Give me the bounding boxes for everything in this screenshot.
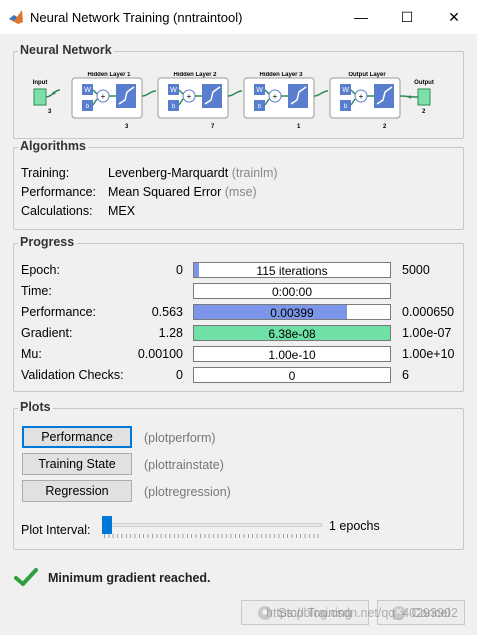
progress-performance-end: 0.000650 xyxy=(402,305,455,319)
maximize-icon: ☐ xyxy=(400,8,414,25)
layer-hidden-2-size: 7 xyxy=(211,124,215,130)
progress-epoch-bar: 115 iterations xyxy=(193,262,391,278)
maximize-button[interactable]: ☐ xyxy=(384,0,430,34)
layer-hidden-3-label: Hidden Layer 3 xyxy=(259,72,303,78)
plot-interval-value: 1 epochs xyxy=(329,519,380,533)
layer-hidden-1-label: Hidden Layer 1 xyxy=(87,72,131,78)
algo-calculations-label: Calculations: xyxy=(21,204,93,218)
layer-output-label: Output Layer xyxy=(348,72,386,78)
algo-performance-label: Performance: xyxy=(21,185,97,199)
close-icon: ✕ xyxy=(448,8,460,25)
layer-hidden-2: Hidden Layer 2 W b + 7 xyxy=(157,72,229,130)
progress-validation-end: 6 xyxy=(402,368,409,382)
minimize-icon: — xyxy=(354,9,368,25)
output-node xyxy=(417,88,431,106)
layer-output-size: 2 xyxy=(383,124,387,130)
plot-performance-fn: (plotperform) xyxy=(144,431,216,445)
progress-mu-value: 1.00e-10 xyxy=(268,348,316,362)
progress-performance-bar: 0.00399 xyxy=(193,304,391,320)
progress-performance-start: 0.563 xyxy=(151,305,183,319)
svg-text:+: + xyxy=(359,92,364,101)
progress-gradient-label: Gradient: xyxy=(21,326,73,340)
progress-performance-value: 0.00399 xyxy=(270,306,314,320)
algo-training-fn: (trainlm) xyxy=(231,166,278,180)
minimize-button[interactable]: — xyxy=(338,0,384,34)
progress-performance-label: Performance: xyxy=(21,305,97,319)
plot-interval-slider-thumb[interactable] xyxy=(102,516,112,534)
plot-performance-button[interactable]: Performance xyxy=(22,426,132,448)
progress-mu-label: Mu: xyxy=(21,347,42,361)
svg-text:W: W xyxy=(170,87,177,94)
output-size: 2 xyxy=(422,109,426,115)
progress-gradient-value: 6.38e-08 xyxy=(268,327,316,341)
svg-text:+: + xyxy=(101,92,106,101)
svg-text:W: W xyxy=(256,87,263,94)
svg-text:+: + xyxy=(187,92,192,101)
algo-training-label: Training: xyxy=(21,166,70,180)
progress-validation-label: Validation Checks: xyxy=(21,368,124,382)
plot-interval-slider[interactable] xyxy=(104,523,322,527)
progress-epoch-start: 0 xyxy=(176,263,183,277)
plot-training-state-button[interactable]: Training State xyxy=(22,453,132,475)
layer-hidden-1: Hidden Layer 1 W b + 3 xyxy=(71,72,143,130)
plot-interval-ticks xyxy=(104,534,322,538)
algorithms-section-title: Algorithms xyxy=(18,139,88,153)
progress-validation-bar: 0 xyxy=(193,367,391,383)
network-section-title: Neural Network xyxy=(18,43,114,57)
layer-hidden-2-label: Hidden Layer 2 xyxy=(173,72,217,78)
progress-epoch-value: 115 iterations xyxy=(256,264,328,278)
progress-epoch-end: 5000 xyxy=(402,263,430,277)
progress-mu-end: 1.00e+10 xyxy=(402,347,455,361)
plot-regression-fn: (plotregression) xyxy=(144,485,231,499)
input-size: 3 xyxy=(48,109,52,115)
layer-hidden-1-size: 3 xyxy=(125,124,129,130)
algo-calculations-value: MEX xyxy=(108,204,136,218)
plots-section-title: Plots xyxy=(18,400,53,414)
algo-performance-fn: (mse) xyxy=(224,185,257,199)
progress-mu-start: 0.00100 xyxy=(137,347,183,361)
output-label: Output xyxy=(414,80,434,86)
watermark: https://blog.csdn.net/qq_40293902 xyxy=(266,606,458,620)
algo-training-value: Levenberg-Marquardt (trainlm) xyxy=(108,166,278,180)
plot-training-state-fn: (plottrainstate) xyxy=(144,458,224,472)
progress-epoch-label: Epoch: xyxy=(21,263,60,277)
network-diagram: Input 3 Hidden Layer 1 W b + 3 Hidden La… xyxy=(33,72,434,130)
input-node xyxy=(33,88,47,106)
progress-validation-start: 0 xyxy=(176,368,183,382)
algo-performance-value: Mean Squared Error (mse) xyxy=(108,185,257,199)
window-title: Neural Network Training (nntraintool) xyxy=(30,10,243,25)
svg-text:W: W xyxy=(342,87,349,94)
progress-gradient-bar: 6.38e-08 xyxy=(193,325,391,341)
plot-regression-button[interactable]: Regression xyxy=(22,480,132,502)
progress-time-label: Time: xyxy=(21,284,52,298)
svg-text:+: + xyxy=(273,92,278,101)
layer-output: Output Layer W b + 2 xyxy=(329,72,401,130)
plot-interval-label: Plot Interval: xyxy=(21,523,91,537)
layer-hidden-3: Hidden Layer 3 W b + 1 xyxy=(243,72,315,130)
status-message: Minimum gradient reached. xyxy=(48,571,211,585)
checkmark-icon xyxy=(14,568,38,586)
progress-gradient-start: 1.28 xyxy=(158,326,183,340)
svg-text:W: W xyxy=(84,87,91,94)
input-label: Input xyxy=(33,80,48,86)
progress-gradient-end: 1.00e-07 xyxy=(402,326,452,340)
progress-time-bar: 0:00:00 xyxy=(193,283,391,299)
progress-mu-bar: 1.00e-10 xyxy=(193,346,391,362)
progress-section-title: Progress xyxy=(18,235,77,249)
progress-time-value: 0:00:00 xyxy=(271,285,313,299)
matlab-icon xyxy=(9,10,23,24)
layer-hidden-3-size: 1 xyxy=(297,124,301,130)
title-bar: Neural Network Training (nntraintool) — … xyxy=(0,0,477,34)
close-button[interactable]: ✕ xyxy=(431,0,477,34)
progress-validation-value: 0 xyxy=(288,369,296,383)
